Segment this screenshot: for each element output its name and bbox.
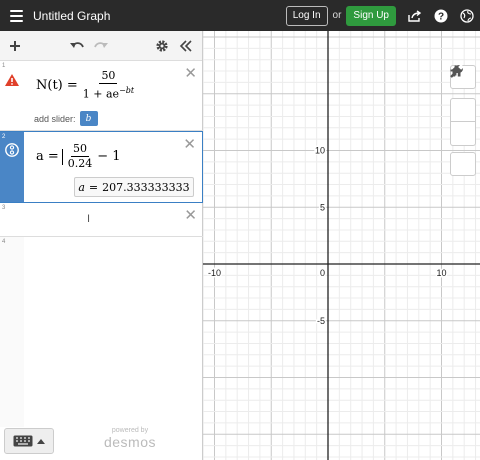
share-icon[interactable] bbox=[402, 0, 428, 31]
expression-gutter: 2 bbox=[0, 132, 24, 202]
keyboard-toggle-button[interactable] bbox=[4, 428, 54, 454]
top-bar: Untitled Graph Log In or Sign Up ? bbox=[0, 0, 480, 31]
y-tick-label: -5 bbox=[317, 316, 325, 326]
expression-math[interactable]: a = 50 0.24 − 1 bbox=[36, 142, 121, 171]
add-slider-button[interactable]: b bbox=[79, 111, 98, 126]
gear-icon[interactable] bbox=[151, 31, 173, 61]
graph-title[interactable]: Untitled Graph bbox=[33, 9, 110, 23]
y-tick-label: 10 bbox=[315, 146, 325, 156]
or-text: or bbox=[332, 10, 342, 21]
help-icon[interactable]: ? bbox=[428, 0, 454, 31]
zoom-out-button[interactable] bbox=[450, 69, 476, 146]
expression-lhs: N(t) = bbox=[36, 77, 78, 93]
add-slider-label: add slider: bbox=[34, 113, 76, 124]
zoom-in-button[interactable] bbox=[450, 65, 476, 122]
expression-gutter: 1 bbox=[0, 61, 24, 130]
globe-icon[interactable] bbox=[454, 0, 480, 31]
login-button[interactable]: Log In bbox=[285, 5, 328, 26]
expression-lhs: a = bbox=[36, 149, 59, 164]
expression-index: 2 bbox=[2, 134, 6, 140]
expression-row-empty[interactable]: 4 bbox=[0, 237, 203, 427]
powered-by-text: powered by bbox=[111, 427, 149, 434]
plus-icon[interactable] bbox=[4, 31, 26, 61]
x-tick-label: 0 bbox=[320, 268, 325, 278]
x-tick-label: -10 bbox=[208, 268, 221, 278]
slider-toggle-icon[interactable] bbox=[5, 142, 19, 158]
caret-up-icon bbox=[37, 439, 45, 444]
signup-button[interactable]: Sign Up bbox=[346, 5, 396, 26]
home-icon bbox=[450, 65, 463, 77]
svg-text:?: ? bbox=[438, 11, 444, 22]
expression-index: 3 bbox=[2, 205, 6, 211]
fraction-denominator: 0.24 bbox=[67, 157, 93, 170]
add-slider-row: add slider: b bbox=[34, 111, 98, 126]
evaluation-output: a = 207.333333333 bbox=[74, 177, 194, 197]
mouse-cursor: I bbox=[87, 213, 91, 225]
expression-panel: 1 N(t) = 50 1 + ae−bt add slider: b ✕ 2 … bbox=[0, 31, 203, 460]
expression-toolbar bbox=[0, 31, 202, 61]
expression-list: 1 N(t) = 50 1 + ae−bt add slider: b ✕ 2 … bbox=[0, 61, 203, 427]
topbar-actions: Log In or Sign Up ? bbox=[285, 0, 480, 31]
graph-paper[interactable]: -10 0 10 10 5 -5 bbox=[203, 31, 480, 460]
delete-expression-icon[interactable]: ✕ bbox=[184, 64, 197, 82]
fraction-numerator: 50 bbox=[99, 69, 118, 84]
expression-row[interactable]: 3 I ✕ bbox=[0, 203, 203, 237]
fraction-denominator: 1 + ae−bt bbox=[82, 86, 135, 101]
undo-icon[interactable] bbox=[66, 31, 88, 61]
fraction-numerator: 50 bbox=[71, 142, 90, 157]
hamburger-icon[interactable] bbox=[1, 0, 31, 31]
expression-row[interactable]: 1 N(t) = 50 1 + ae−bt add slider: b ✕ bbox=[0, 61, 203, 131]
eval-variable: a bbox=[78, 180, 85, 194]
text-cursor bbox=[61, 148, 63, 165]
double-chevron-left-icon[interactable] bbox=[175, 31, 197, 61]
delete-expression-icon[interactable]: ✕ bbox=[184, 206, 197, 224]
graph-grid: -10 0 10 10 5 -5 bbox=[203, 31, 480, 460]
expression-gutter: 4 bbox=[0, 237, 24, 427]
warning-icon[interactable] bbox=[4, 73, 20, 87]
x-tick-label: 10 bbox=[436, 268, 446, 278]
y-tick-label: 5 bbox=[320, 202, 325, 212]
home-button[interactable] bbox=[450, 65, 476, 176]
desmos-logo: powered by desmos bbox=[100, 427, 160, 450]
graph-controls bbox=[450, 65, 476, 176]
delete-expression-icon[interactable]: ✕ bbox=[183, 135, 196, 153]
eval-equals: = bbox=[88, 180, 99, 194]
expression-gutter: 3 bbox=[0, 203, 24, 236]
keyboard-icon bbox=[13, 435, 33, 447]
expression-row-selected[interactable]: 2 a = 50 0.24 − 1 a = 207.333333333 ✕ bbox=[0, 131, 203, 203]
fraction-exponent: −bt bbox=[119, 86, 135, 95]
expression-index: 1 bbox=[2, 63, 6, 69]
expression-fraction: 50 0.24 bbox=[66, 142, 95, 171]
eval-value: 207.333333333 bbox=[102, 180, 190, 194]
redo-icon[interactable] bbox=[90, 31, 112, 61]
expression-math[interactable]: N(t) = 50 1 + ae−bt bbox=[36, 69, 136, 102]
expression-fraction: 50 1 + ae−bt bbox=[81, 69, 136, 102]
expression-index: 4 bbox=[2, 239, 6, 245]
expression-tail: − 1 bbox=[97, 149, 121, 164]
desmos-brand-text: desmos bbox=[103, 434, 157, 450]
